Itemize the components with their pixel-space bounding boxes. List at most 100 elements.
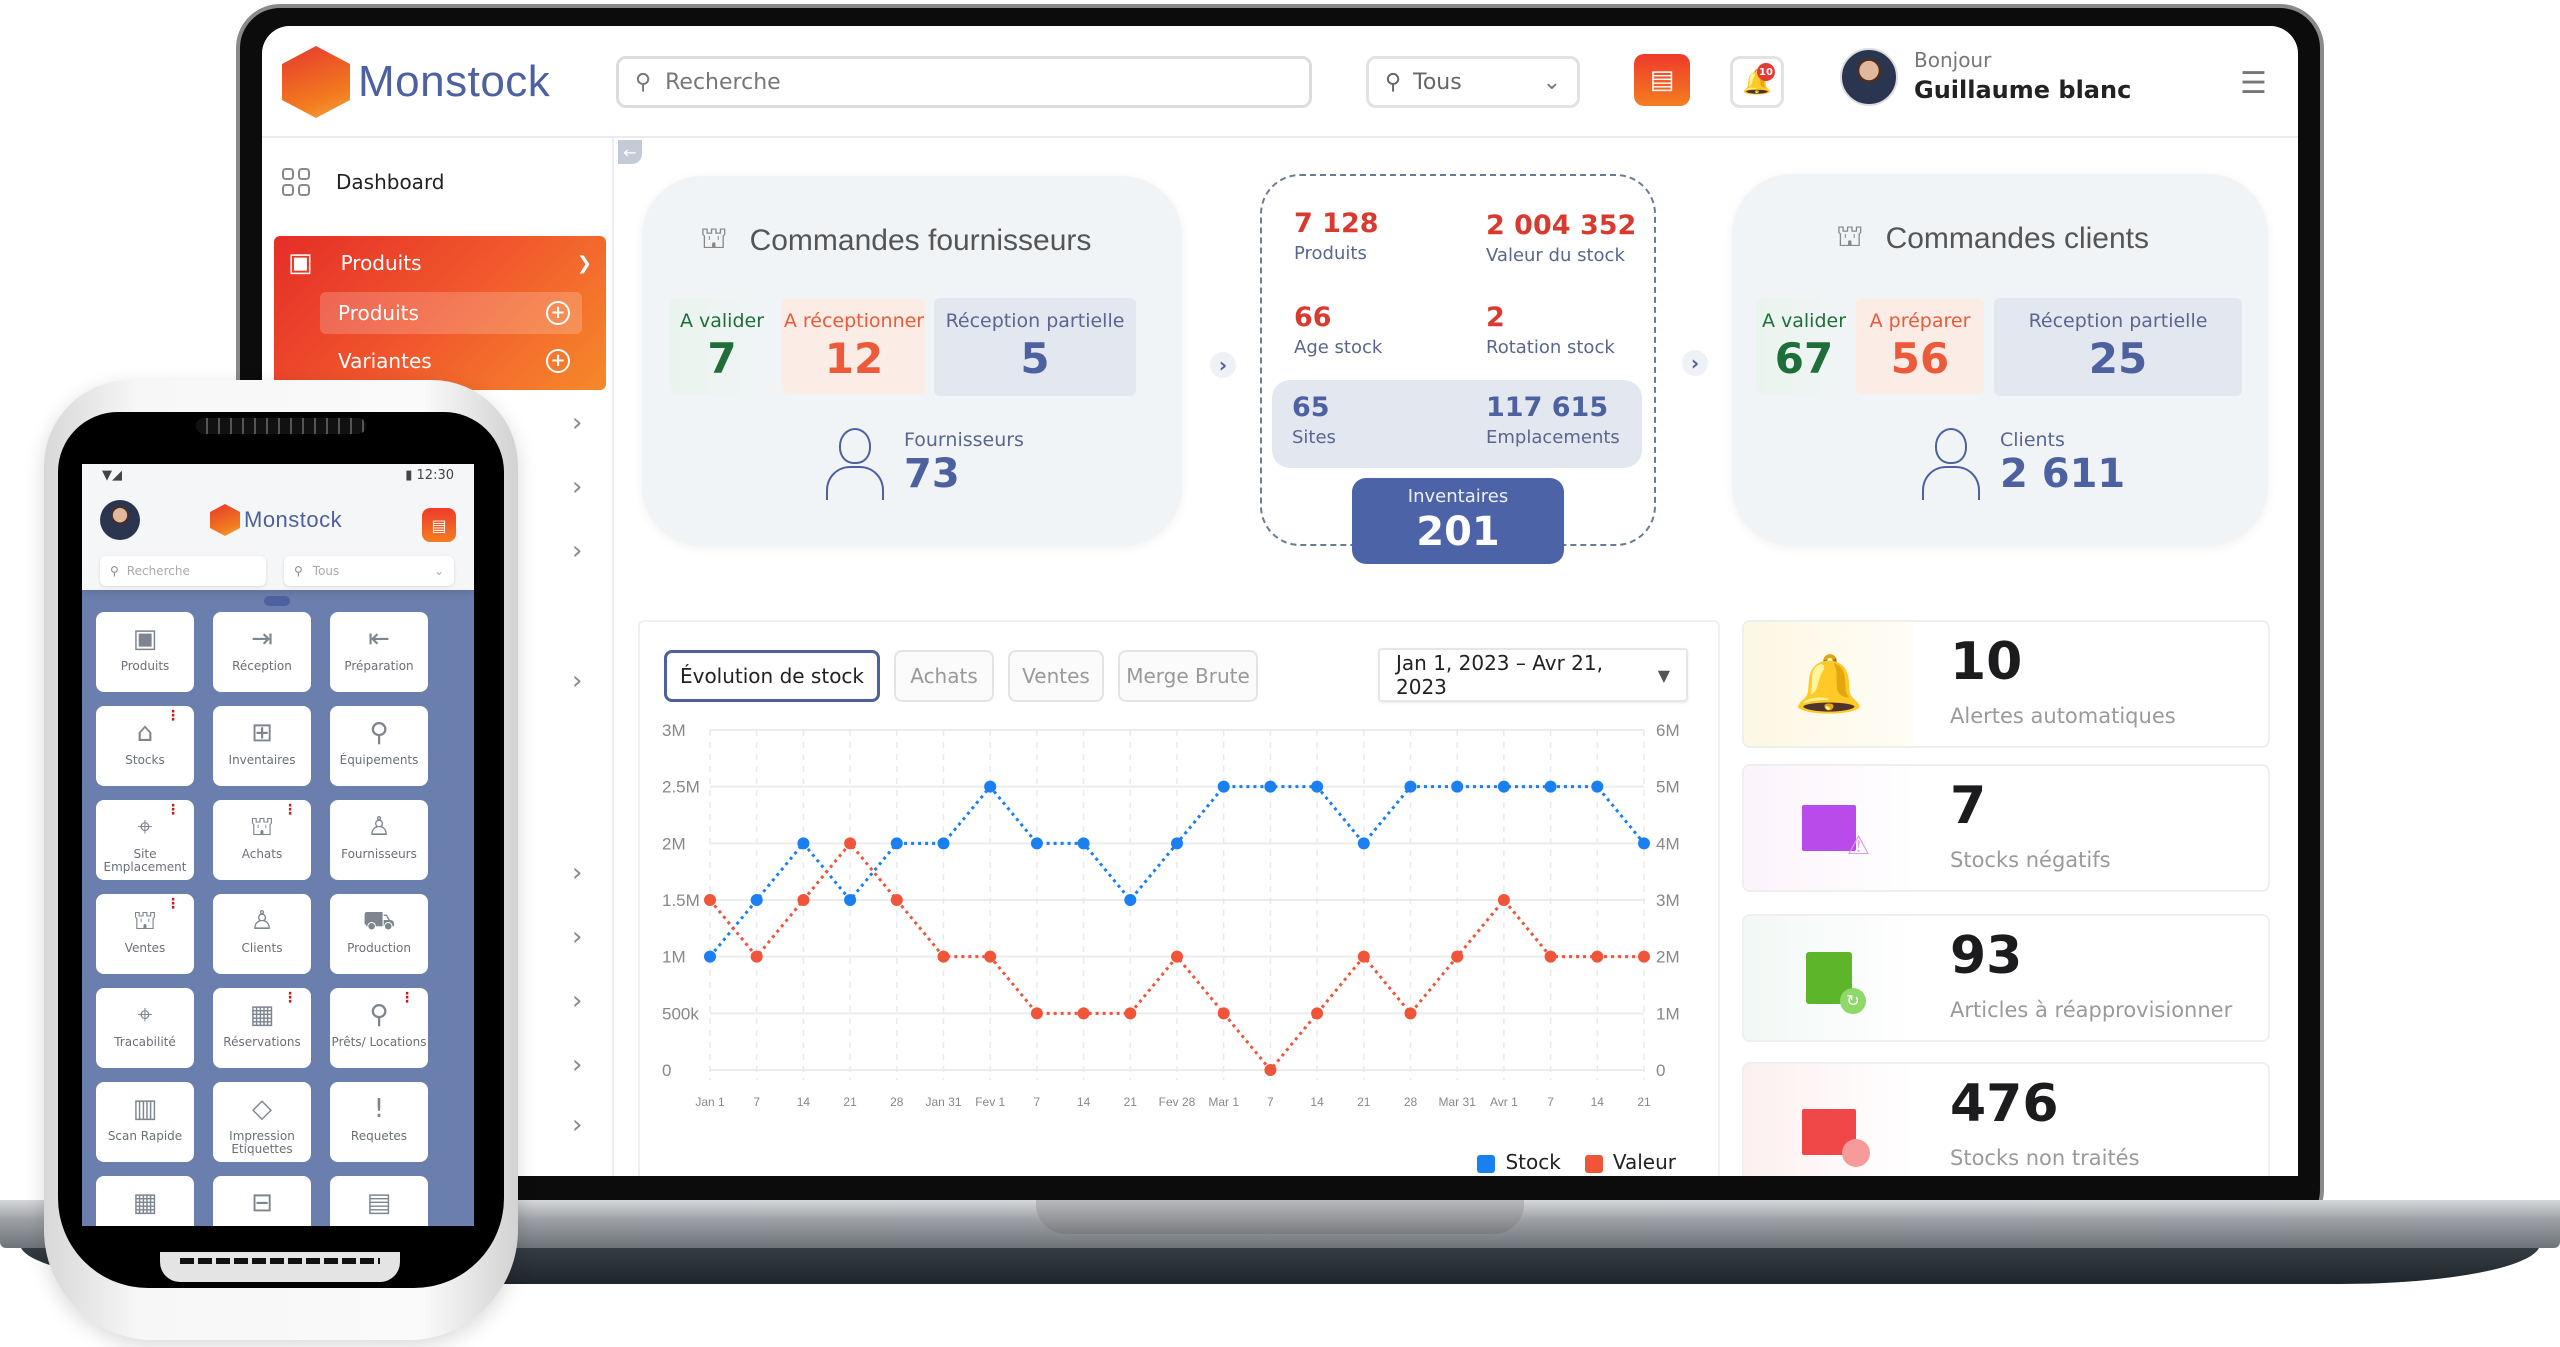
sidebar-chevron-icon[interactable]: › (572, 922, 582, 952)
module-tile[interactable]: ▥ Scan Rapide (96, 1082, 194, 1162)
module-tile[interactable]: ⌂ Stocks ⋮ (96, 706, 194, 786)
clients-count[interactable]: Clients 2 611 (1922, 426, 2125, 500)
sidebar-chevron-icon[interactable]: › (572, 472, 582, 502)
module-tile[interactable]: ▦ Réservations ⋮ (213, 988, 311, 1068)
add-circle-icon[interactable]: + (546, 301, 570, 325)
module-tile[interactable]: ⛟ Production (330, 894, 428, 974)
module-tile[interactable]: ⚲ Prêts/ Locations ⋮ (330, 988, 428, 1068)
stat-rotation-stock[interactable]: 2 Rotation stock (1486, 302, 1615, 358)
laptop-notch (1036, 1200, 1524, 1234)
module-tile[interactable]: ▦ (96, 1176, 194, 1226)
sidebar-subitem-produits[interactable]: Produits + (320, 292, 582, 334)
sidebar-item-produits[interactable]: ▣ Produits ❯ (288, 248, 592, 278)
module-tile[interactable]: ⌖ Tracabilité (96, 988, 194, 1068)
search-input[interactable]: ⚲ Recherche (100, 556, 266, 586)
sidebar-chevron-icon[interactable]: › (572, 1050, 582, 1080)
alert-label: Alertes automatiques (1950, 704, 2176, 728)
module-tile[interactable]: ⊞ Inventaires (213, 706, 311, 786)
supplier-orders-card[interactable]: ⛫ Commandes fournisseurs A valider 7 A r… (642, 176, 1182, 546)
sidebar-item-dashboard[interactable]: Dashboard (282, 168, 445, 196)
module-tile[interactable]: ◇ Impression Etiquettes (213, 1082, 311, 1162)
sidebar-chevron-icon[interactable]: › (572, 408, 582, 438)
sidebar-subitem-variantes[interactable]: Variantes + (320, 340, 582, 382)
alert-card-stocks-negatifs[interactable]: ⚠ 7 Stocks négatifs (1742, 764, 2270, 892)
stat-reception-partielle[interactable]: Réception partielle 5 (934, 298, 1136, 396)
location-select[interactable]: ⚲ Tous ⌄ (1366, 56, 1580, 108)
more-options-icon[interactable]: ⋮ (283, 991, 297, 1005)
tab-ventes[interactable]: Ventes (1008, 650, 1104, 702)
sidebar-chevron-icon[interactable]: › (572, 858, 582, 888)
stat-reception-partielle[interactable]: Réception partielle 25 (1994, 298, 2242, 396)
client-orders-card[interactable]: ⛫ Commandes clients A valider 67 A prépa… (1732, 174, 2268, 546)
search-input[interactable]: ⚲ Recherche (616, 56, 1312, 108)
search-icon: ⚲ (110, 564, 119, 578)
y-tick-label-right: 5M (1656, 778, 1680, 797)
module-tile[interactable]: ♙ Fournisseurs (330, 800, 428, 880)
module-tile[interactable]: ⊟ (213, 1176, 311, 1226)
legend-item-stock[interactable]: Stock (1477, 1150, 1561, 1174)
module-icon: ♙ (367, 812, 391, 842)
sidebar-chevron-icon[interactable]: › (572, 1168, 582, 1176)
module-tile[interactable]: ! Requetes (330, 1082, 428, 1162)
module-label: Scan Rapide (107, 1129, 183, 1143)
inventories-box[interactable]: Inventaires 201 (1352, 478, 1564, 564)
app-logo[interactable]: Monstock (282, 46, 550, 118)
module-icon: ⛫ (250, 812, 274, 842)
sidebar-chevron-icon[interactable]: › (572, 666, 582, 696)
barcode-scan-button[interactable]: ▤ (1634, 54, 1690, 106)
stat-a-valider[interactable]: A valider 7 (670, 298, 774, 394)
more-options-icon[interactable]: ⋮ (166, 803, 180, 817)
module-icon: ! (373, 1094, 385, 1124)
module-tile[interactable]: ▣ Produits (96, 612, 194, 692)
y-tick-label-left: 0 (662, 1061, 671, 1080)
data-point-valeur (797, 894, 810, 906)
stat-a-valider[interactable]: A valider 67 (1756, 298, 1852, 394)
stat-sites[interactable]: 65 Sites (1292, 392, 1336, 448)
x-tick-label: Jan 31 (925, 1095, 961, 1109)
sidebar-chevron-icon[interactable]: › (572, 1110, 582, 1140)
stat-valeur-stock[interactable]: 2 004 352 Valeur du stock (1486, 210, 1636, 266)
stat-a-receptionner[interactable]: A réceptionner 12 (782, 298, 926, 394)
drag-handle[interactable] (264, 596, 290, 606)
stat-a-preparer[interactable]: A préparer 56 (1856, 298, 1984, 394)
user-avatar[interactable] (100, 500, 140, 540)
legend-item-valeur[interactable]: Valeur (1584, 1150, 1676, 1174)
module-tile[interactable]: ⇤ Préparation (330, 612, 428, 692)
alert-card-stocks-non-traites[interactable]: 476 Stocks non traités (1742, 1062, 2270, 1176)
module-tile[interactable]: ⚲ Équipements (330, 706, 428, 786)
more-options-icon[interactable]: ⋮ (283, 803, 297, 817)
module-tile[interactable]: ⛫ Achats ⋮ (213, 800, 311, 880)
hamburger-menu-icon[interactable]: ☰ (2240, 66, 2267, 101)
stat-age-stock[interactable]: 66 Age stock (1294, 302, 1382, 358)
more-options-icon[interactable]: ⋮ (166, 897, 180, 911)
data-point-valeur (1264, 1064, 1277, 1076)
more-options-icon[interactable]: ⋮ (166, 709, 180, 723)
module-tile[interactable]: ♙ Clients (213, 894, 311, 974)
module-tile[interactable]: ⛫ Ventes ⋮ (96, 894, 194, 974)
date-range-picker[interactable]: Jan 1, 2023 – Avr 21, 2023 ▼ (1378, 648, 1688, 702)
more-options-icon[interactable]: ⋮ (400, 991, 414, 1005)
stat-value: 25 (2088, 334, 2148, 383)
tab-merge-brute[interactable]: Merge Brute (1118, 650, 1258, 702)
stat-emplacements[interactable]: 117 615 Emplacements (1486, 392, 1620, 448)
tab-achats[interactable]: Achats (894, 650, 994, 702)
alert-card-reapprovisionner[interactable]: ↻ 93 Articles à réapprovisionner (1742, 914, 2270, 1042)
sidebar-chevron-icon[interactable]: › (572, 536, 582, 566)
x-tick-label: 14 (797, 1095, 811, 1109)
stat-produits[interactable]: 7 128 Produits (1294, 208, 1379, 264)
add-circle-icon[interactable]: + (546, 349, 570, 373)
module-tile[interactable]: ▤ (330, 1176, 428, 1226)
module-tile[interactable]: ⇥ Réception (213, 612, 311, 692)
collapse-sidebar-button[interactable]: ← (618, 140, 642, 164)
tab-evolution-stock[interactable]: Évolution de stock (664, 650, 880, 702)
stat-label: Produits (1294, 243, 1367, 264)
barcode-scan-button[interactable]: ▤ (422, 508, 456, 542)
user-avatar[interactable] (1840, 48, 1898, 106)
suppliers-count[interactable]: Fournisseurs 73 (826, 426, 1024, 500)
alert-card-alertes[interactable]: 🔔 10 Alertes automatiques (1742, 620, 2270, 748)
sidebar-chevron-icon[interactable]: › (572, 986, 582, 1016)
barcode-icon: ▤ (431, 515, 447, 535)
location-select[interactable]: ⚲ Tous ⌄ (284, 556, 454, 586)
module-tile[interactable]: ⌖ Site Emplacement ⋮ (96, 800, 194, 880)
notifications-button[interactable]: 🔔 10 (1730, 56, 1784, 108)
